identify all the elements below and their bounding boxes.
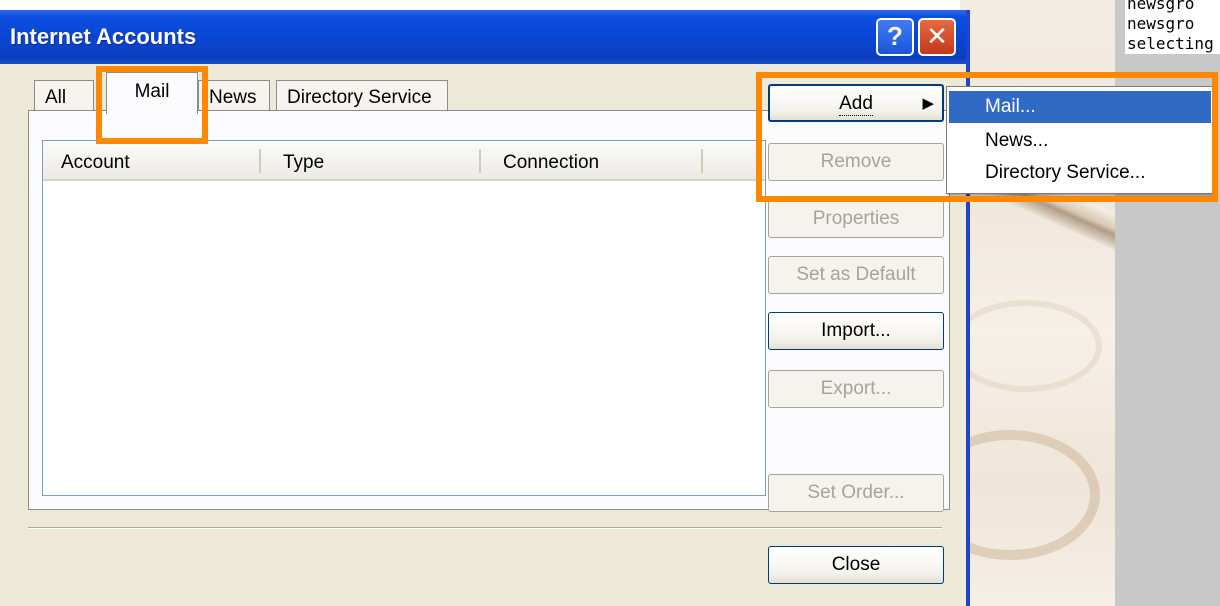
column-header-type[interactable]: Type: [283, 141, 324, 177]
column-divider[interactable]: [479, 149, 481, 173]
background-text: newsgro newsgro selecting: [1125, 0, 1220, 54]
close-button[interactable]: Close: [768, 546, 944, 584]
close-icon: ✕: [926, 21, 948, 51]
column-header-account[interactable]: Account: [61, 141, 130, 177]
tab-news[interactable]: News: [198, 80, 270, 110]
tab-directory-service[interactable]: Directory Service: [276, 80, 448, 110]
highlight-box-add-menu: [756, 72, 1218, 202]
help-button[interactable]: ?: [876, 18, 914, 56]
column-divider[interactable]: [701, 149, 703, 173]
help-icon: ?: [887, 21, 903, 51]
glasses-image: [960, 300, 1102, 392]
tab-mail[interactable]: Mail: [106, 72, 198, 114]
accounts-list[interactable]: Account Type Connection: [42, 140, 766, 496]
list-header: Account Type Connection: [43, 141, 765, 181]
export-button[interactable]: Export...: [768, 370, 944, 408]
close-window-button[interactable]: ✕: [918, 18, 956, 56]
import-button[interactable]: Import...: [768, 312, 944, 350]
properties-button[interactable]: Properties: [768, 200, 944, 238]
column-header-connection[interactable]: Connection: [503, 141, 599, 177]
set-as-default-button[interactable]: Set as Default: [768, 256, 944, 294]
glasses-image: [960, 430, 1100, 560]
title-bar[interactable]: Internet Accounts ? ✕: [0, 10, 966, 64]
dialog-title: Internet Accounts: [10, 24, 197, 49]
tab-all[interactable]: All: [34, 80, 94, 110]
set-order-button[interactable]: Set Order...: [768, 474, 944, 512]
column-divider[interactable]: [259, 149, 261, 173]
divider: [28, 527, 942, 529]
